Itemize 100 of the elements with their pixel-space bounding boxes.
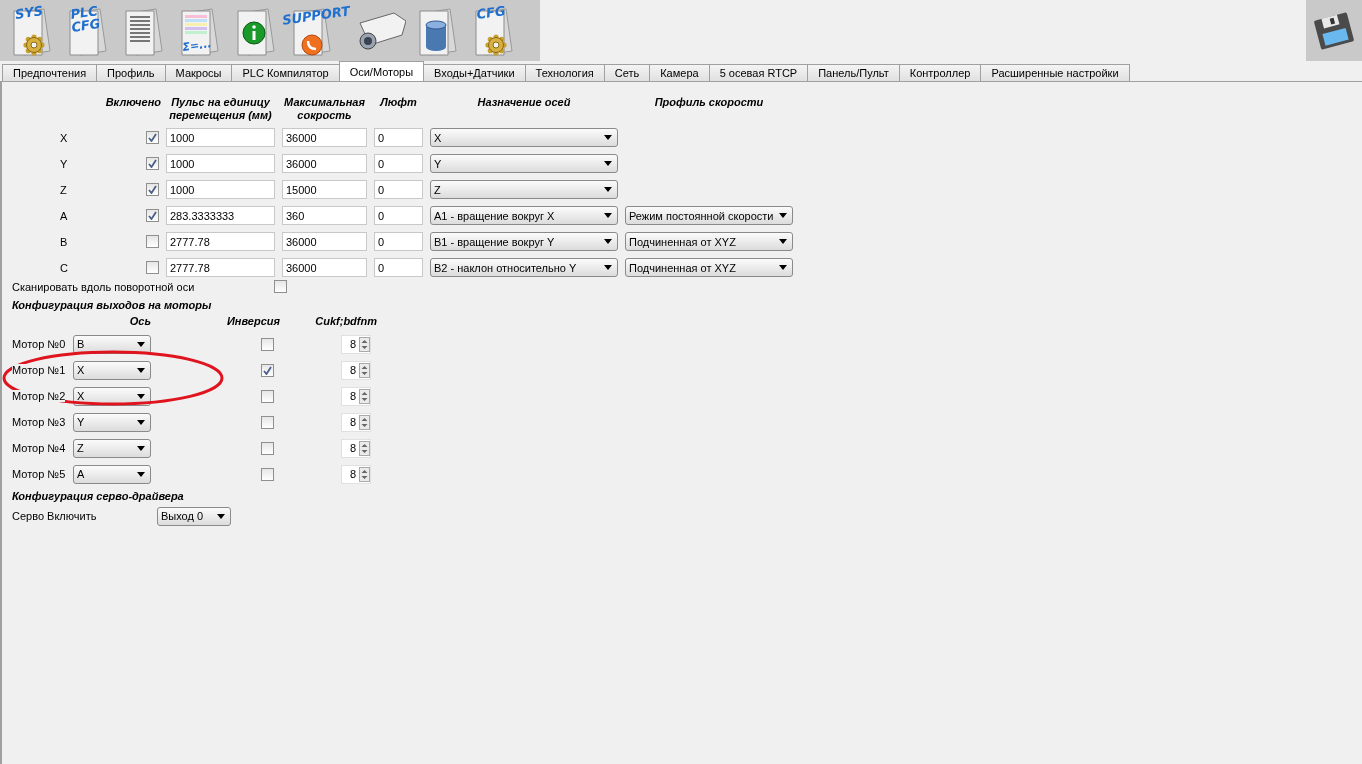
- toolbar-button[interactable]: Σ=...: [170, 0, 224, 61]
- tab[interactable]: Оси/Моторы: [338, 61, 425, 81]
- tab[interactable]: 5 осевая RTCP: [708, 64, 809, 81]
- checkbox[interactable]: [261, 363, 274, 377]
- backlash-field[interactable]: 0: [374, 258, 423, 278]
- motor-axis-dropdown[interactable]: A: [73, 464, 151, 484]
- axis-dropdown[interactable]: X: [430, 128, 618, 148]
- column-header: Включено: [104, 96, 162, 109]
- servo-label: Серво Включить: [12, 510, 98, 523]
- max-speed-field[interactable]: 36000: [282, 128, 367, 148]
- pulse-field[interactable]: 2777.78: [166, 232, 275, 252]
- spin-field[interactable]: 8: [341, 334, 371, 354]
- axis-dropdown[interactable]: Z: [430, 180, 618, 200]
- backlash-field[interactable]: 0: [374, 154, 423, 174]
- caret-icon: [137, 445, 145, 451]
- tab[interactable]: Предпочтения: [2, 64, 98, 81]
- backlash-field[interactable]: 0: [374, 180, 423, 200]
- spinner-arrows-icon: [359, 336, 370, 352]
- checkbox[interactable]: [261, 389, 274, 403]
- caret-icon: [779, 239, 787, 245]
- axis-label: B: [59, 235, 69, 248]
- checkbox[interactable]: [146, 131, 159, 145]
- backlash-field[interactable]: 0: [374, 232, 423, 252]
- max-speed-field[interactable]: 36000: [282, 232, 367, 252]
- caret-icon: [217, 513, 225, 519]
- pulse-field[interactable]: 283.3333333: [166, 206, 275, 226]
- save-button[interactable]: [1306, 0, 1362, 61]
- checkbox[interactable]: [146, 183, 159, 197]
- spin-field[interactable]: 8: [341, 412, 371, 432]
- column-header: Пульс на единицу перемещения (мм): [168, 96, 273, 122]
- column-header: Максимальная сокрость: [283, 96, 366, 122]
- pulse-field[interactable]: 1000: [166, 180, 275, 200]
- spin-field[interactable]: 8: [341, 464, 371, 484]
- servo-output-dropdown[interactable]: Выход 0: [157, 506, 231, 526]
- speed-profile-dropdown[interactable]: Режим постоянной скорости: [625, 206, 793, 226]
- caret-icon: [604, 161, 612, 167]
- tab[interactable]: Технология: [524, 64, 605, 81]
- backlash-field[interactable]: 0: [374, 206, 423, 226]
- motor-label: Мотор №4: [12, 442, 66, 455]
- motor-label: Мотор №2: [12, 390, 66, 403]
- motor-label: Мотор №1: [12, 364, 66, 377]
- section-title: Конфигурация серво-драйвера: [12, 489, 185, 502]
- motor-axis-dropdown[interactable]: X: [73, 360, 151, 380]
- tab[interactable]: Расширенные настройки: [980, 64, 1130, 81]
- spinner-arrows-icon: [359, 414, 370, 430]
- caret-icon: [137, 367, 145, 373]
- caret-icon: [604, 213, 612, 219]
- checkbox[interactable]: [146, 157, 159, 171]
- tab[interactable]: Входы+Датчики: [423, 64, 526, 81]
- axis-label: Y: [59, 157, 69, 170]
- caret-icon: [137, 419, 145, 425]
- axis-dropdown[interactable]: B1 - вращение вокруг Y: [430, 232, 618, 252]
- column-header: Инверсия: [225, 315, 280, 328]
- max-speed-field[interactable]: 360: [282, 206, 367, 226]
- tab[interactable]: Камера: [649, 64, 710, 81]
- tab[interactable]: Профиль: [96, 64, 166, 81]
- caret-icon: [779, 265, 787, 271]
- speed-profile-dropdown[interactable]: Подчиненная от XYZ: [625, 258, 793, 278]
- tab[interactable]: Макросы: [164, 64, 233, 81]
- max-speed-field[interactable]: 36000: [282, 258, 367, 278]
- spinner-arrows-icon: [359, 362, 370, 378]
- spinner-arrows-icon: [359, 466, 370, 482]
- checkbox[interactable]: [261, 441, 274, 455]
- toolbar-button[interactable]: PLC CFG: [58, 0, 112, 61]
- option-label: Сканировать вдоль поворотной оси: [12, 280, 196, 293]
- checkbox[interactable]: [261, 337, 274, 351]
- speed-profile-dropdown[interactable]: Подчиненная от XYZ: [625, 232, 793, 252]
- axis-dropdown[interactable]: B2 - наклон относительно Y: [430, 258, 618, 278]
- caret-icon: [604, 187, 612, 193]
- axis-label: A: [59, 209, 69, 222]
- backlash-field[interactable]: 0: [374, 128, 423, 148]
- caret-icon: [137, 341, 145, 347]
- checkbox[interactable]: [261, 415, 274, 429]
- axis-label: C: [59, 261, 69, 274]
- motor-axis-dropdown[interactable]: Z: [73, 438, 151, 458]
- spin-field[interactable]: 8: [341, 386, 371, 406]
- motor-label: Мотор №0: [12, 338, 66, 351]
- axis-dropdown[interactable]: Y: [430, 154, 618, 174]
- spinner-arrows-icon: [359, 440, 370, 456]
- spinner-arrows-icon: [359, 388, 370, 404]
- pulse-field[interactable]: 1000: [166, 128, 275, 148]
- caret-icon: [604, 239, 612, 245]
- spin-field[interactable]: 8: [341, 438, 371, 458]
- tab[interactable]: PLC Компилятор: [231, 64, 340, 81]
- axis-dropdown[interactable]: A1 - вращение вокруг X: [430, 206, 618, 226]
- pulse-field[interactable]: 2777.78: [166, 258, 275, 278]
- tab[interactable]: Контроллер: [898, 64, 982, 81]
- checkbox[interactable]: [146, 235, 159, 249]
- tab[interactable]: Сеть: [603, 64, 651, 81]
- max-speed-field[interactable]: 36000: [282, 154, 367, 174]
- checkbox[interactable]: [146, 261, 159, 275]
- tab[interactable]: Панель/Пульт: [807, 64, 900, 81]
- checkbox[interactable]: [146, 209, 159, 223]
- pulse-field[interactable]: 1000: [166, 154, 275, 174]
- motor-axis-dropdown[interactable]: Y: [73, 412, 151, 432]
- checkbox[interactable]: [274, 280, 287, 294]
- spin-field[interactable]: 8: [341, 360, 371, 380]
- checkbox[interactable]: [261, 467, 274, 481]
- max-speed-field[interactable]: 15000: [282, 180, 367, 200]
- axis-label: Z: [59, 183, 68, 196]
